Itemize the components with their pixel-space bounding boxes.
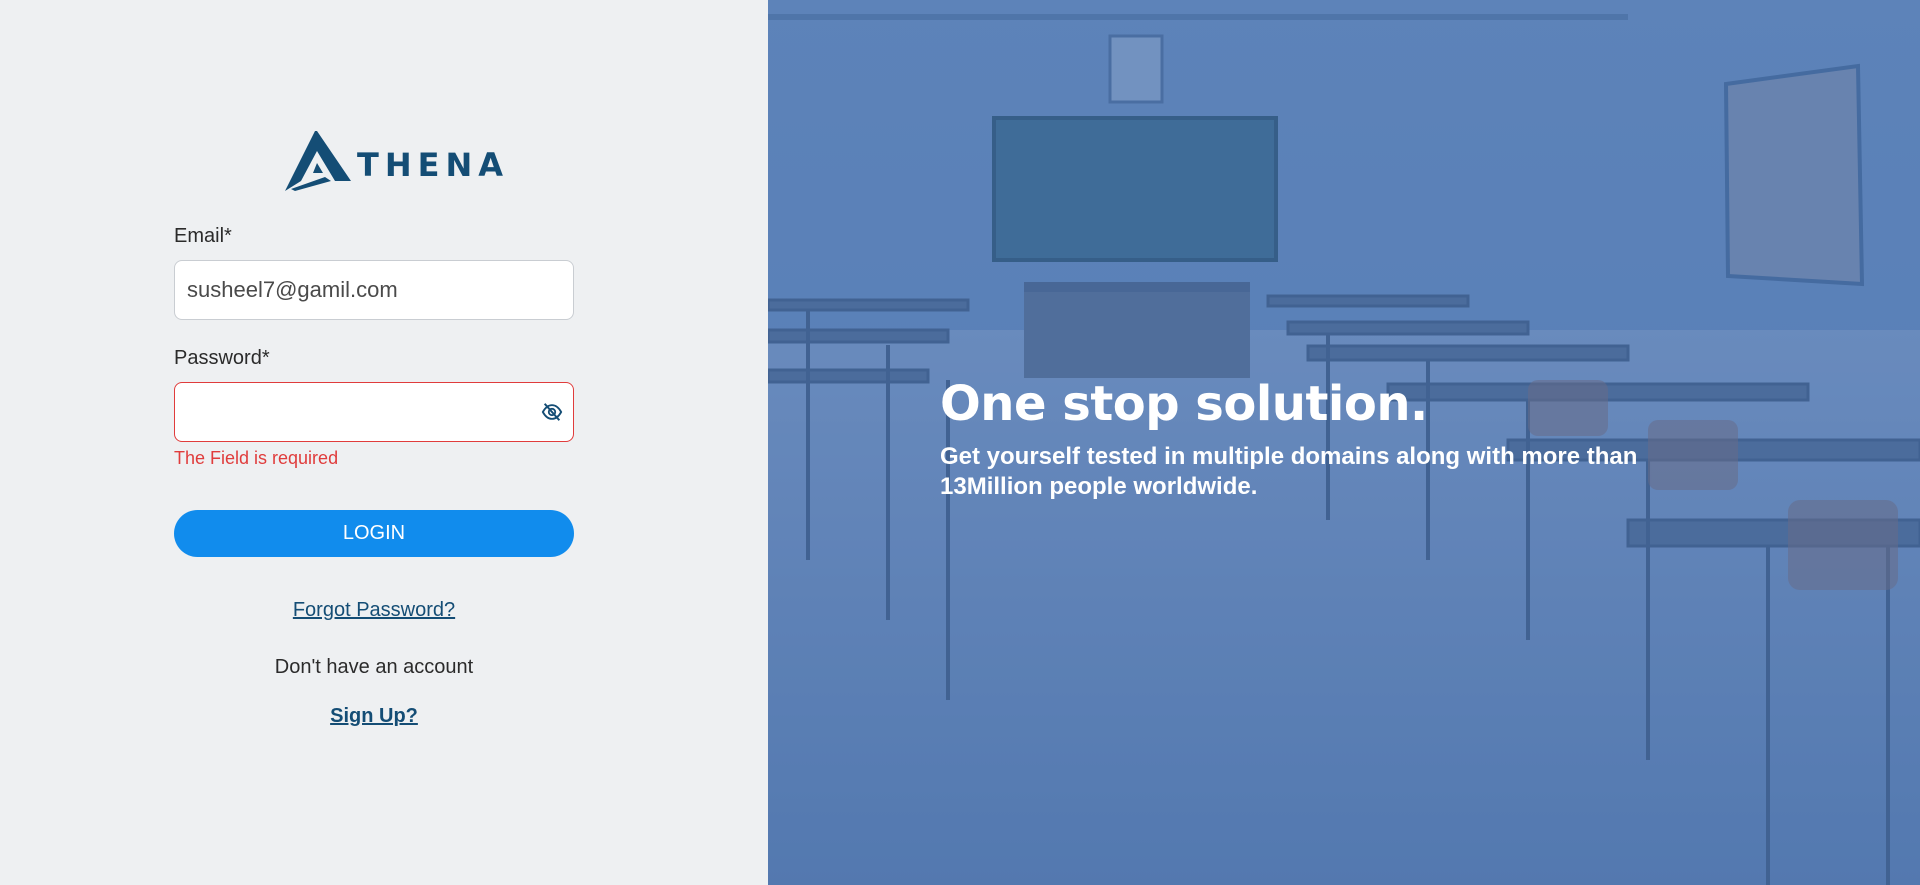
- brand-name: THENA: [357, 146, 510, 184]
- password-error-message: The Field is required: [174, 448, 339, 468]
- no-account-text: Don't have an account: [274, 656, 474, 678]
- password-label: Password*: [174, 347, 270, 369]
- login-panel: THENA Email* Password* The Field is requ…: [0, 0, 768, 885]
- eye-off-icon[interactable]: [541, 401, 563, 423]
- password-field-wrapper: [174, 382, 574, 442]
- login-button[interactable]: LOGIN: [174, 510, 574, 557]
- email-field-wrapper: [174, 260, 574, 320]
- hero-subtitle: Get yourself tested in multiple domains …: [940, 443, 1638, 500]
- sign-up-link[interactable]: Sign Up?: [174, 705, 574, 728]
- hero-text: One stop solution. Get yourself tested i…: [940, 372, 1700, 502]
- login-form: Email* Password* The Field is required L…: [174, 222, 574, 728]
- email-label: Email*: [174, 225, 232, 247]
- brand-logo: THENA: [285, 128, 509, 192]
- email-input[interactable]: [175, 261, 527, 319]
- hero-panel: One stop solution. Get yourself tested i…: [768, 0, 1920, 885]
- hero-title: One stop solution.: [940, 376, 1428, 432]
- forgot-password-link[interactable]: Forgot Password?: [174, 599, 574, 622]
- login-page: THENA Email* Password* The Field is requ…: [0, 0, 1920, 885]
- athena-a-mark-icon: [285, 131, 351, 191]
- password-input[interactable]: [175, 383, 527, 441]
